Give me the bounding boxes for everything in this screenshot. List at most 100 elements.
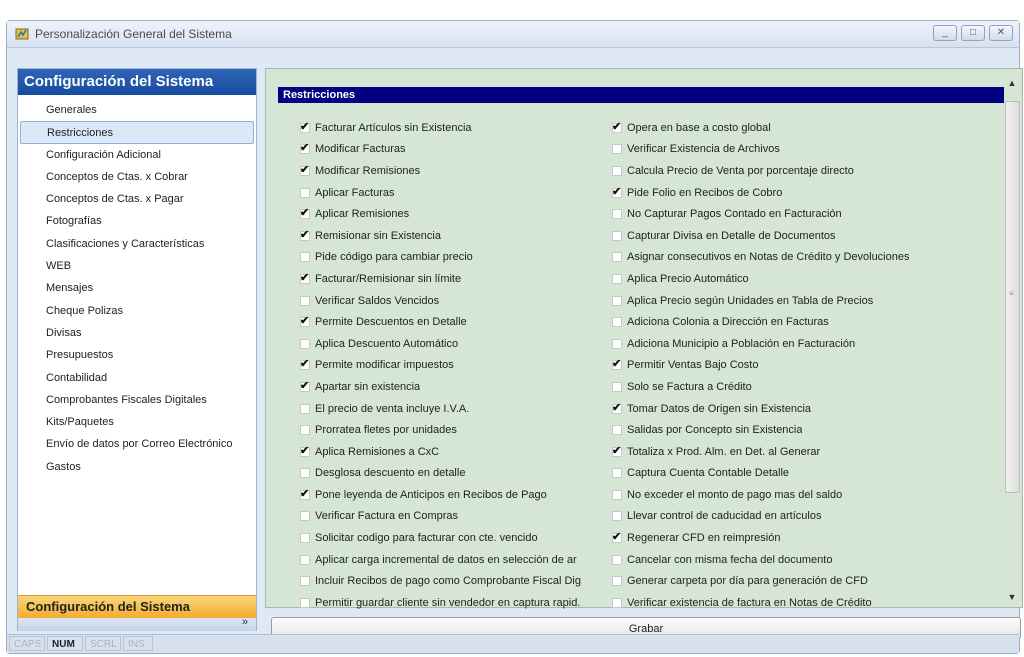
minimize-button[interactable]: _ — [933, 25, 957, 41]
sidebar-item[interactable]: Presupuestos — [18, 344, 256, 366]
option-row[interactable]: ✔ Aplicar Remisiones — [300, 203, 620, 225]
option-row[interactable]: Adiciona Municipio a Población en Factur… — [612, 333, 997, 355]
checkbox[interactable]: ✔ — [612, 121, 622, 133]
scroll-down-icon[interactable]: ▼ — [1004, 589, 1020, 605]
checkbox[interactable] — [612, 576, 622, 587]
option-row[interactable]: Llevar control de caducidad en artículos — [612, 506, 997, 528]
option-row[interactable]: Salidas por Concepto sin Existencia — [612, 419, 997, 441]
checkbox[interactable]: ✔ — [612, 358, 622, 371]
sidebar-item[interactable]: Mensajes — [18, 277, 256, 299]
checkbox[interactable] — [612, 511, 622, 522]
checkbox[interactable] — [300, 403, 310, 414]
chevron-down-icon[interactable]: » — [242, 616, 248, 628]
option-row[interactable]: ✔ Apartar sin existencia — [300, 376, 620, 398]
checkbox[interactable]: ✔ — [300, 164, 310, 176]
checkbox[interactable] — [300, 511, 310, 522]
sidebar-item[interactable]: Contabilidad — [18, 367, 256, 389]
sidebar-item[interactable]: Generales — [18, 99, 256, 121]
option-row[interactable]: ✔ Modificar Facturas — [300, 139, 620, 161]
sidebar-item[interactable]: Comprobantes Fiscales Digitales — [18, 389, 256, 411]
option-row[interactable]: Captura Cuenta Contable Detalle — [612, 463, 997, 485]
checkbox[interactable] — [612, 317, 622, 328]
option-row[interactable]: Generar carpeta por día para generación … — [612, 570, 997, 592]
checkbox[interactable] — [612, 252, 622, 263]
option-row[interactable]: Capturar Divisa en Detalle de Documentos — [612, 225, 997, 247]
checkbox[interactable] — [612, 230, 622, 241]
option-row[interactable]: Verificar Factura en Compras — [300, 506, 620, 528]
sidebar-footer-button[interactable]: Configuración del Sistema — [18, 595, 256, 618]
checkbox[interactable] — [612, 425, 622, 436]
option-row[interactable]: Incluir Recibos de pago como Comprobante… — [300, 570, 620, 592]
sidebar-item[interactable]: Configuración Adicional — [18, 144, 256, 166]
option-row[interactable]: No exceder el monto de pago mas del sald… — [612, 484, 997, 506]
option-row[interactable]: Aplica Precio según Unidades en Tabla de… — [612, 290, 997, 312]
checkbox[interactable] — [300, 576, 310, 587]
vertical-scrollbar[interactable]: ▲ ≡ ▼ — [1004, 75, 1020, 605]
checkbox[interactable]: ✔ — [300, 121, 310, 133]
option-row[interactable]: ✔ Regenerar CFD en reimpresión — [612, 527, 997, 549]
maximize-button[interactable]: □ — [961, 25, 985, 41]
option-row[interactable]: ✔ Pide Folio en Recibos de Cobro — [612, 182, 997, 204]
checkbox[interactable]: ✔ — [612, 445, 622, 457]
checkbox[interactable] — [612, 468, 622, 479]
sidebar-item[interactable]: Fotografías — [18, 210, 256, 232]
option-row[interactable]: Adiciona Colonia a Dirección en Facturas — [612, 311, 997, 333]
checkbox[interactable] — [612, 144, 622, 155]
checkbox[interactable] — [612, 381, 622, 392]
checkbox[interactable] — [612, 489, 622, 500]
option-row[interactable]: Solo se Factura a Crédito — [612, 376, 997, 398]
option-row[interactable]: ✔ Aplica Remisiones a CxC — [300, 441, 620, 463]
option-row[interactable]: ✔ Permitir Ventas Bajo Costo — [612, 355, 997, 377]
option-row[interactable]: Verificar existencia de factura en Notas… — [612, 592, 997, 614]
sidebar-item[interactable]: Clasificaciones y Características — [18, 233, 256, 255]
checkbox[interactable] — [612, 273, 622, 284]
option-row[interactable]: ✔ Permite modificar impuestos — [300, 355, 620, 377]
checkbox[interactable] — [300, 295, 310, 306]
option-row[interactable]: Aplica Descuento Automático — [300, 333, 620, 355]
checkbox[interactable]: ✔ — [300, 207, 310, 220]
sidebar-item[interactable]: WEB — [18, 255, 256, 277]
sidebar-item[interactable]: Divisas — [18, 322, 256, 344]
option-row[interactable]: ✔ Facturar/Remisionar sin límite — [300, 268, 620, 290]
checkbox[interactable]: ✔ — [300, 315, 310, 328]
option-row[interactable]: Verificar Existencia de Archivos — [612, 139, 997, 161]
option-row[interactable]: Permitir guardar cliente sin vendedor en… — [300, 592, 620, 614]
checkbox[interactable]: ✔ — [300, 358, 310, 371]
checkbox[interactable] — [300, 533, 310, 544]
checkbox[interactable]: ✔ — [300, 142, 310, 155]
checkbox[interactable] — [300, 468, 310, 479]
checkbox[interactable]: ✔ — [300, 229, 310, 241]
checkbox[interactable] — [612, 165, 622, 176]
sidebar-item[interactable]: Restricciones — [20, 121, 254, 144]
option-row[interactable]: Aplicar carga incremental de datos en se… — [300, 549, 620, 571]
checkbox[interactable] — [612, 554, 622, 565]
checkbox[interactable] — [300, 338, 310, 349]
option-row[interactable]: Verificar Saldos Vencidos — [300, 290, 620, 312]
option-row[interactable]: ✔ Permite Descuentos en Detalle — [300, 311, 620, 333]
option-row[interactable]: ✔ Remisionar sin Existencia — [300, 225, 620, 247]
option-row[interactable]: ✔ Modificar Remisiones — [300, 160, 620, 182]
close-button[interactable]: ✕ — [989, 25, 1013, 41]
checkbox[interactable]: ✔ — [612, 186, 622, 198]
option-row[interactable]: Desglosa descuento en detalle — [300, 463, 620, 485]
checkbox[interactable] — [300, 554, 310, 565]
checkbox[interactable] — [300, 252, 310, 263]
checkbox[interactable]: ✔ — [300, 272, 310, 284]
checkbox[interactable] — [612, 597, 622, 608]
checkbox[interactable] — [300, 187, 310, 198]
checkbox[interactable] — [612, 338, 622, 349]
option-row[interactable]: ✔ Totaliza x Prod. Alm. en Det. al Genera… — [612, 441, 997, 463]
option-row[interactable]: Cancelar con misma fecha del documento — [612, 549, 997, 571]
option-row[interactable]: Prorratea fletes por unidades — [300, 419, 620, 441]
sidebar-item[interactable]: Envío de datos por Correo Electrónico — [18, 433, 256, 455]
option-row[interactable]: No Capturar Pagos Contado en Facturación — [612, 203, 997, 225]
option-row[interactable]: ✔ Tomar Datos de Origen sin Existencia — [612, 398, 997, 420]
title-bar[interactable]: Personalización General del Sistema _ □ … — [7, 21, 1019, 48]
option-row[interactable]: Solicitar codigo para facturar con cte. … — [300, 527, 620, 549]
checkbox[interactable]: ✔ — [300, 445, 310, 457]
option-row[interactable]: Aplicar Facturas — [300, 182, 620, 204]
sidebar-item[interactable]: Conceptos de Ctas. x Pagar — [18, 188, 256, 210]
checkbox[interactable]: ✔ — [300, 380, 310, 392]
scroll-up-icon[interactable]: ▲ — [1004, 75, 1020, 91]
sidebar-item[interactable]: Cheque Polizas — [18, 300, 256, 322]
